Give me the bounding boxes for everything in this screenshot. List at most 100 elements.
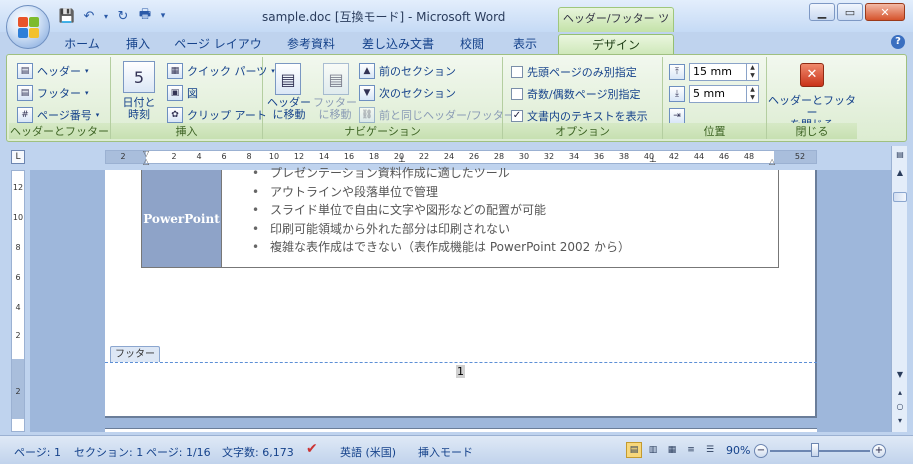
- tab-references[interactable]: 参考資料: [278, 34, 344, 54]
- zoom-level[interactable]: 90%: [726, 444, 750, 457]
- office-button[interactable]: [6, 5, 50, 49]
- redo-icon[interactable]: ↻: [114, 7, 132, 25]
- tab-view[interactable]: 表示: [505, 34, 545, 54]
- ruler-tick: 8: [246, 152, 252, 161]
- ruler-tick: 30: [518, 152, 530, 161]
- left-indent-marker[interactable]: △: [143, 157, 149, 166]
- goto-header-icon[interactable]: ▤: [275, 63, 301, 95]
- ruler-tick: 34: [568, 152, 580, 161]
- zoom-out-button[interactable]: −: [754, 444, 768, 458]
- show-text-checkbox[interactable]: ✓: [511, 110, 523, 122]
- web-layout-icon[interactable]: ▦: [664, 442, 680, 458]
- right-indent-marker[interactable]: △: [769, 157, 775, 166]
- tab-stop-marker[interactable]: ⊥: [649, 155, 657, 165]
- link-previous-button: ⛓ 前と同じヘッダー/フッター: [359, 107, 515, 123]
- show-text-option[interactable]: ✓ 文書内のテキストを表示: [511, 108, 648, 124]
- clipart-label: クリップ アート: [187, 109, 267, 122]
- ruler-tick: 2: [171, 152, 177, 161]
- footer-button[interactable]: ▤ フッター ▾: [17, 85, 89, 101]
- page-number-button[interactable]: # ページ番号 ▾: [17, 107, 99, 123]
- minimize-button[interactable]: ▁: [809, 3, 835, 21]
- footer-label: フッター: [37, 87, 81, 100]
- zoom-slider-track[interactable]: [770, 450, 870, 452]
- prev-section-label: 前のセクション: [379, 65, 456, 78]
- tab-review[interactable]: 校閲: [452, 34, 492, 54]
- picture-button[interactable]: ▣ 図: [167, 85, 198, 101]
- close-button[interactable]: ✕: [865, 3, 905, 21]
- status-bar: ページ: 1 セクション: 1 ページ: 1/16 文字数: 6,173 ✔ 英…: [0, 435, 913, 464]
- footer-tag: フッター: [110, 346, 160, 362]
- print-layout-view-icon[interactable]: ▤: [626, 442, 642, 458]
- goto-footer-label-2: に移動: [318, 108, 352, 121]
- header-button[interactable]: ▤ ヘッダー ▾: [17, 63, 89, 79]
- next-section-button[interactable]: ▼ 次のセクション: [359, 85, 456, 101]
- first-page-checkbox[interactable]: [511, 66, 523, 78]
- clipart-button[interactable]: ✿ クリップ アート: [167, 107, 267, 123]
- prev-page-icon[interactable]: ▴: [893, 386, 907, 400]
- proofing-icon[interactable]: ✔: [306, 441, 318, 457]
- prev-section-button[interactable]: ▲ 前のセクション: [359, 63, 456, 79]
- goto-header-button[interactable]: ヘッダー に移動: [267, 97, 311, 121]
- ruler-tick: 4: [15, 303, 21, 312]
- zoom-slider-thumb[interactable]: [811, 443, 819, 457]
- header-position-input[interactable]: 15 mm ▲ ▼: [689, 63, 759, 81]
- vertical-scrollbar[interactable]: ▤ ▲ ▼ ▴ ○ ▾: [891, 146, 907, 432]
- outline-view-icon[interactable]: ≡: [683, 442, 699, 458]
- group-position: ⤒ 15 mm ▲ ▼ ⤓ 5 mm ▲ ▼ ⇥ 位置: [663, 57, 767, 139]
- odd-even-label: 奇数/偶数ページ別指定: [527, 88, 641, 101]
- header-position-spinner[interactable]: ▲ ▼: [746, 64, 758, 80]
- status-section[interactable]: セクション: 1: [74, 444, 143, 460]
- office-logo-icon: [18, 17, 40, 39]
- status-word-count[interactable]: 文字数: 6,173: [222, 444, 294, 460]
- undo-icon[interactable]: ↶: [80, 7, 98, 25]
- save-icon[interactable]: 💾: [58, 7, 76, 25]
- scroll-up-icon[interactable]: ▲: [893, 166, 907, 180]
- tab-design[interactable]: デザイン: [558, 34, 674, 54]
- page-number-label: ページ番号: [37, 109, 92, 122]
- browse-object-icon[interactable]: ○: [893, 400, 907, 414]
- quick-parts-button[interactable]: ▦ クイック パーツ ▾: [167, 63, 275, 79]
- status-insert-mode[interactable]: 挿入モード: [418, 444, 473, 460]
- customize-qat-icon[interactable]: ▾: [158, 7, 168, 25]
- tab-page-layout[interactable]: ページ レイアウト: [170, 34, 266, 71]
- datetime-button[interactable]: 日付と 時刻: [113, 97, 165, 121]
- footer-page-number[interactable]: 1: [456, 365, 465, 378]
- next-page-icon[interactable]: ▾: [893, 414, 907, 428]
- status-page[interactable]: ページ: 1: [14, 444, 61, 460]
- close-hf-icon[interactable]: ✕: [800, 63, 824, 87]
- horizontal-ruler[interactable]: 2 2 4 6 8 10 12 14 16 18 20 22 24 26 28 …: [105, 149, 817, 166]
- first-page-label: 先頭ページのみ別指定: [527, 66, 637, 79]
- group-navigation: ▤ ヘッダー に移動 ▤ フッター に移動 ▲ 前のセクション ▼ 次のセクショ…: [263, 57, 515, 139]
- calendar-icon[interactable]: 5: [123, 61, 155, 93]
- insert-align-tab-icon[interactable]: ⇥: [669, 108, 685, 124]
- dropdown-arrow-icon[interactable]: ▾: [102, 7, 110, 25]
- ribbon-tabs: ホーム 挿入 ページ レイアウト 参考資料 差し込み文書 校閲 表示 デザイン: [0, 32, 913, 71]
- tab-mailings[interactable]: 差し込み文書: [356, 34, 440, 54]
- print-icon[interactable]: 🖶: [136, 7, 154, 25]
- scroll-down-icon[interactable]: ▼: [893, 368, 907, 382]
- tab-insert[interactable]: 挿入: [118, 34, 158, 54]
- odd-even-option[interactable]: 奇数/偶数ページ別指定: [511, 86, 641, 102]
- content-table[interactable]: PowerPoint プレゼンテーション資料作成に適したツール アウトラインや段…: [141, 164, 779, 268]
- status-language[interactable]: 英語 (米国): [340, 444, 396, 460]
- group-label-navigation: ナビゲーション: [263, 123, 502, 139]
- footer-position-input[interactable]: 5 mm ▲ ▼: [689, 85, 759, 103]
- scrollbar-thumb[interactable]: [893, 192, 907, 202]
- tab-home[interactable]: ホーム: [58, 34, 106, 54]
- ruler-tick: 4: [196, 152, 202, 161]
- goto-footer-button: フッター に移動: [313, 97, 357, 121]
- datetime-label-2: 時刻: [128, 108, 150, 121]
- view-ruler-icon[interactable]: ▤: [893, 148, 907, 162]
- status-page-count[interactable]: ページ: 1/16: [146, 444, 211, 460]
- footer-position-spinner[interactable]: ▲ ▼: [746, 86, 758, 102]
- full-screen-reading-icon[interactable]: ▥: [645, 442, 661, 458]
- draft-view-icon[interactable]: ☰: [702, 442, 718, 458]
- ruler-tick: 14: [318, 152, 330, 161]
- vertical-ruler[interactable]: 12 10 8 6 4 2 2: [11, 170, 25, 432]
- odd-even-checkbox[interactable]: [511, 88, 523, 100]
- first-page-option[interactable]: 先頭ページのみ別指定: [511, 64, 637, 80]
- help-icon[interactable]: ?: [891, 35, 905, 49]
- maximize-button[interactable]: ▭: [837, 3, 863, 21]
- tab-selector-button[interactable]: L: [11, 150, 25, 164]
- zoom-in-button[interactable]: +: [872, 444, 886, 458]
